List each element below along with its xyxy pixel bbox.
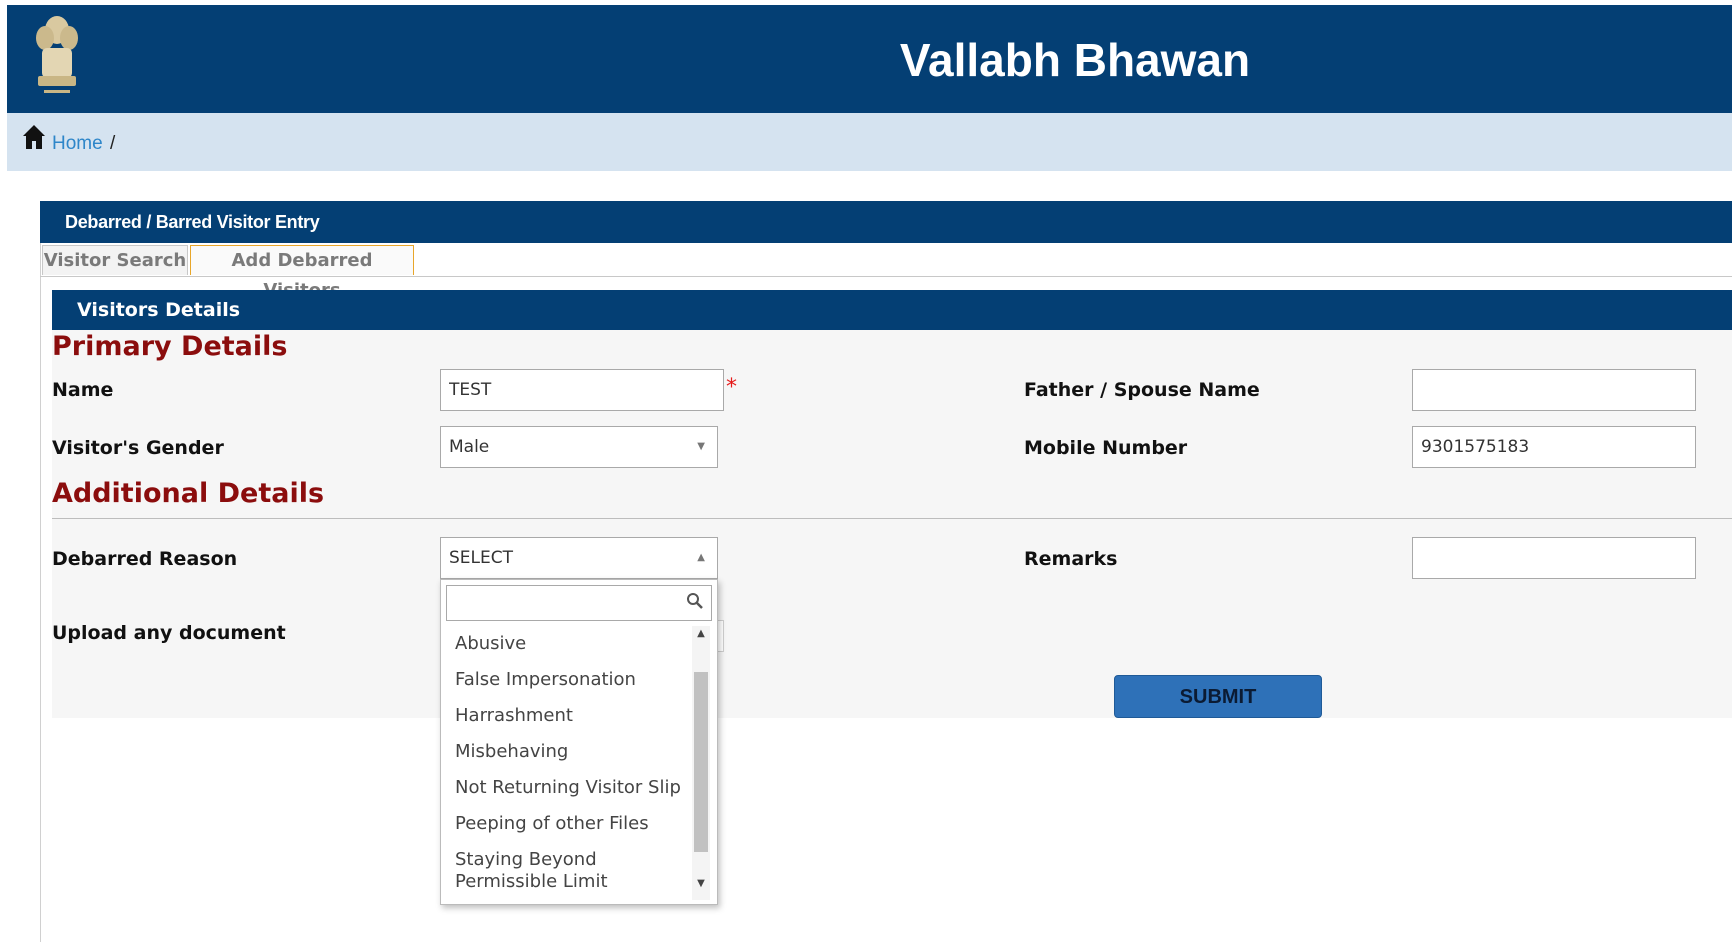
remarks-input[interactable]: [1412, 537, 1696, 579]
search-icon: [687, 593, 703, 609]
tabs-divider: [40, 276, 1732, 277]
section-divider: [52, 518, 1732, 519]
dropdown-option-abusive[interactable]: Abusive: [455, 633, 526, 655]
debarred-reason-select[interactable]: SELECT ▲: [440, 537, 718, 579]
breadcrumb: [7, 113, 1732, 171]
mobile-number-input[interactable]: [1412, 426, 1696, 468]
panel-left-border: [40, 242, 41, 942]
dropdown-option-false-impersonation[interactable]: False Impersonation: [455, 669, 636, 691]
gender-select-value: Male: [449, 437, 490, 457]
section-title: Visitors Details: [77, 299, 241, 321]
dropdown-option-staying-beyond-permissible-limit[interactable]: Staying Beyond Permissible Limit: [455, 849, 675, 893]
panel-title: Debarred / Barred Visitor Entry: [65, 212, 320, 232]
tab-add-debarred-visitors[interactable]: Add Debarred Visitors: [190, 245, 414, 301]
dropdown-option-misbehaving[interactable]: Misbehaving: [455, 741, 568, 763]
upload-document-label: Upload any document: [52, 622, 286, 644]
national-emblem-logo: [36, 16, 78, 93]
name-label: Name: [52, 379, 114, 401]
gender-select[interactable]: Male ▼: [440, 426, 718, 468]
primary-details-heading: Primary Details: [52, 331, 288, 362]
name-input[interactable]: [440, 369, 724, 411]
home-icon[interactable]: [22, 124, 46, 150]
chevron-down-icon: ▼: [697, 441, 705, 452]
father-spouse-name-input[interactable]: [1412, 369, 1696, 411]
app-title: Vallabh Bhawan: [899, 34, 1251, 86]
dropdown-option-peeping-of-other-files[interactable]: Peeping of other Files: [455, 813, 649, 835]
debarred-reason-label: Debarred Reason: [52, 548, 238, 570]
submit-button[interactable]: SUBMIT: [1114, 675, 1322, 718]
mobile-number-label: Mobile Number: [1024, 437, 1188, 459]
required-indicator: *: [726, 375, 737, 400]
visitor-gender-label: Visitor's Gender: [52, 437, 224, 459]
tab-visitor-search[interactable]: Visitor Search: [42, 245, 188, 275]
breadcrumb-separator: /: [110, 133, 116, 154]
additional-details-heading: Additional Details: [52, 478, 325, 509]
dropdown-search-input[interactable]: [446, 585, 712, 621]
remarks-label: Remarks: [1024, 548, 1118, 570]
scroll-down-arrow-icon[interactable]: ▼: [692, 878, 710, 896]
dropdown-scrollbar-thumb[interactable]: [694, 672, 708, 852]
section-header: [52, 290, 1732, 330]
father-spouse-name-label: Father / Spouse Name: [1024, 379, 1260, 401]
dropdown-option-harrashment[interactable]: Harrashment: [455, 705, 573, 727]
debarred-reason-value: SELECT: [449, 548, 513, 568]
breadcrumb-home-link[interactable]: Home: [52, 132, 103, 156]
dropdown-option-not-returning-visitor-slip[interactable]: Not Returning Visitor Slip: [455, 777, 681, 799]
scroll-up-arrow-icon[interactable]: ▲: [692, 628, 710, 646]
chevron-up-icon: ▲: [697, 552, 705, 563]
